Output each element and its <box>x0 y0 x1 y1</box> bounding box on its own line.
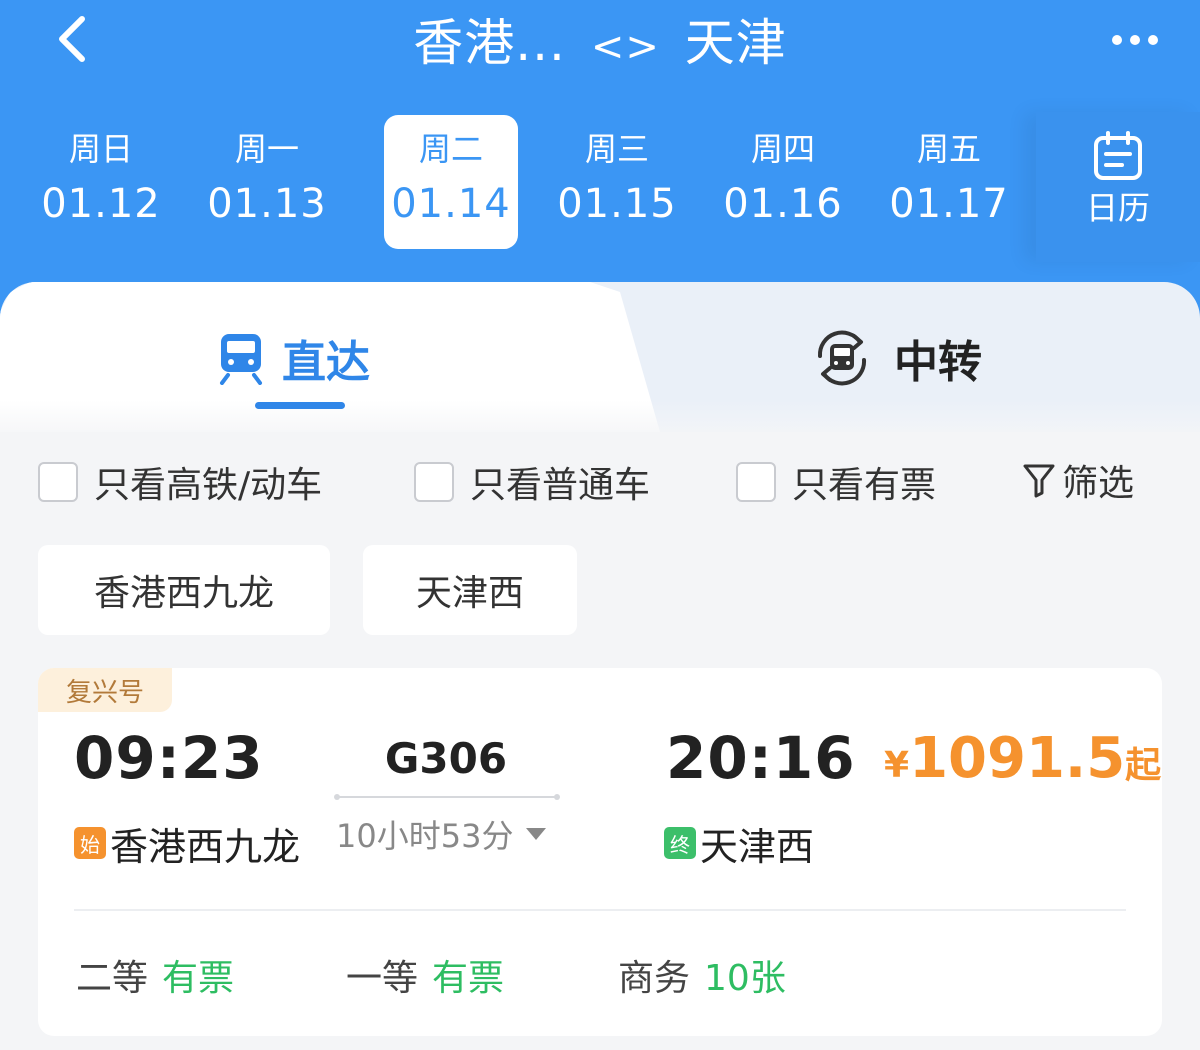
title-separator: <> <box>590 24 660 70</box>
filter-normal-only[interactable]: 只看普通车 <box>414 460 650 506</box>
title-from: 香港... <box>413 14 566 72</box>
date-value: 01.12 <box>41 181 161 227</box>
station-chip-from-label: 香港西九龙 <box>93 573 274 614</box>
normal-only-checkbox[interactable] <box>414 462 454 502</box>
more-dot <box>1130 35 1140 45</box>
duration-toggle[interactable]: 10小时53分 <box>336 812 547 856</box>
available-only-label: 只看有票 <box>792 465 937 506</box>
filter-available-only[interactable]: 只看有票 <box>736 460 936 506</box>
tab-fade <box>0 400 1200 440</box>
more-dot <box>1148 35 1158 45</box>
caret-down-icon <box>526 828 547 840</box>
seat-availability: 10张 <box>704 958 786 999</box>
date-dow: 周日 <box>68 130 133 168</box>
calendar-label: 日历 <box>1085 189 1150 227</box>
page-title: 香港... <> 天津 <box>0 8 1200 82</box>
transfer-train-icon <box>817 330 867 386</box>
title-to: 天津 <box>684 14 787 72</box>
more-button[interactable] <box>1100 20 1170 60</box>
seat-availability: 有票 <box>432 958 505 999</box>
date-item-tue-selected[interactable]: 周二 01.14 <box>384 115 518 249</box>
seat-class: 二等 <box>76 958 149 999</box>
date-item-thu[interactable]: 周四 01.16 <box>716 115 850 249</box>
hsr-only-label: 只看高铁/动车 <box>94 465 323 506</box>
date-selector: 周日 01.12 周一 01.13 周二 01.14 周三 01.15 周四 0… <box>34 115 1034 250</box>
station-chip-to-label: 天津西 <box>415 573 524 614</box>
date-dow: 周一 <box>234 130 299 168</box>
train-card[interactable]: 复兴号 09:23 G306 10小时53分 20:16 ¥ 1091.5 起 … <box>38 668 1162 1036</box>
available-only-checkbox[interactable] <box>736 462 776 502</box>
more-horizontal-icon <box>1112 35 1122 45</box>
station-chip-to[interactable]: 天津西 <box>363 545 577 635</box>
price-currency: ¥ <box>884 745 910 786</box>
station-chip-from[interactable]: 香港西九龙 <box>38 545 330 635</box>
date-item-wed[interactable]: 周三 01.15 <box>550 115 684 249</box>
seat-first-class: 一等 有票 <box>346 950 504 1000</box>
seat-class: 商务 <box>618 958 691 999</box>
start-tag: 始 <box>74 827 106 859</box>
train-type-badge: 复兴号 <box>38 668 172 712</box>
date-value: 01.16 <box>723 181 843 227</box>
end-tag: 终 <box>664 827 696 859</box>
date-dow: 周三 <box>584 130 649 168</box>
filter-button[interactable]: 筛选 <box>1022 458 1134 504</box>
price-value: 1091.5 <box>909 726 1126 791</box>
arrival-time: 20:16 <box>666 724 856 792</box>
normal-only-label: 只看普通车 <box>470 465 651 506</box>
date-value: 01.13 <box>207 181 327 227</box>
funnel-icon <box>1023 464 1055 498</box>
from-station: 始 香港西九龙 <box>74 818 301 869</box>
card-divider <box>74 909 1126 911</box>
train-icon <box>220 334 262 385</box>
date-item-mon[interactable]: 周一 01.13 <box>200 115 334 249</box>
filter-label: 筛选 <box>1062 463 1135 504</box>
seat-second-class: 二等 有票 <box>76 950 234 1000</box>
tab-transfer-label: 中转 <box>894 337 982 388</box>
from-station-name: 香港西九龙 <box>110 824 301 869</box>
tab-direct-label: 直达 <box>282 337 370 388</box>
hsr-only-checkbox[interactable] <box>38 462 78 502</box>
date-dow: 周五 <box>916 130 981 168</box>
date-value: 01.14 <box>391 181 511 227</box>
date-item-fri[interactable]: 周五 01.17 <box>882 115 1016 249</box>
date-dow: 周四 <box>750 130 815 168</box>
price: ¥ 1091.5 起 <box>884 726 1161 791</box>
route-line <box>334 794 560 800</box>
tab-transfer[interactable]: 中转 <box>810 326 982 390</box>
seat-availability: 有票 <box>162 958 235 999</box>
date-dow: 周二 <box>418 130 483 168</box>
calendar-icon <box>1094 131 1142 180</box>
to-station-name: 天津西 <box>700 824 815 869</box>
price-suffix: 起 <box>1125 745 1162 786</box>
filter-hsr-only[interactable]: 只看高铁/动车 <box>38 460 322 506</box>
date-value: 01.15 <box>557 181 677 227</box>
calendar-button[interactable]: 日历 <box>1036 112 1200 262</box>
tab-direct[interactable]: 直达 <box>218 326 370 390</box>
seat-class: 一等 <box>346 958 419 999</box>
departure-time: 09:23 <box>74 724 264 792</box>
date-item-sun[interactable]: 周日 01.12 <box>34 115 168 249</box>
seat-business-class: 商务 10张 <box>618 950 786 1000</box>
tab-active-indicator <box>255 402 345 409</box>
date-value: 01.17 <box>889 181 1009 227</box>
duration-text: 10小时53分 <box>336 817 514 855</box>
train-number: G306 <box>384 734 508 783</box>
to-station: 终 天津西 <box>664 818 815 869</box>
